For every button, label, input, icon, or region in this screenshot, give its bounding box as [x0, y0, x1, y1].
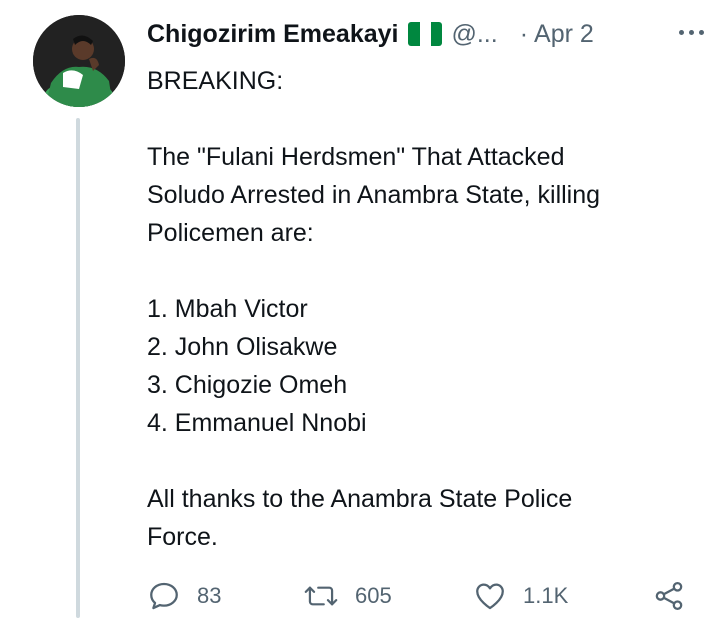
like-count: 1.1K	[523, 583, 569, 608]
like-button[interactable]: 1.1K	[473, 576, 568, 616]
more-options-icon[interactable]	[679, 30, 704, 35]
text-line: 3. Chigozie Omeh	[147, 371, 348, 399]
text-line: Soludo Arrested in Anambra State, killin…	[147, 181, 601, 209]
retweet-icon	[303, 579, 339, 613]
text-line: The "Fulani Herdsmen" That Attacked	[147, 143, 565, 171]
reply-count: 83	[197, 583, 222, 608]
avatar[interactable]	[33, 15, 125, 107]
share-button[interactable]	[652, 576, 686, 616]
author-name[interactable]: Chigozirim Emeakayi	[147, 20, 398, 49]
text-line: All thanks to the Anambra State Police	[147, 485, 573, 513]
like-icon	[473, 579, 507, 613]
text-line: Policemen are:	[147, 219, 314, 247]
retweet-count: 605	[355, 583, 392, 608]
retweet-button[interactable]: 605	[303, 576, 392, 616]
text-line: BREAKING:	[147, 67, 284, 95]
tweet-text: BREAKING: The "Fulani Herdsmen" That Att…	[147, 62, 692, 556]
reply-icon	[147, 579, 181, 613]
avatar-image	[33, 15, 125, 107]
nigeria-flag-icon	[408, 22, 443, 46]
thread-connector-line	[76, 118, 80, 618]
share-icon	[652, 579, 686, 613]
reply-button[interactable]: 83	[147, 576, 221, 616]
text-line: 4. Emmanuel Nnobi	[147, 409, 367, 437]
author-handle[interactable]: @...	[451, 20, 497, 49]
tweet-date[interactable]: Apr 2	[534, 20, 594, 49]
text-line: 1. Mbah Victor	[147, 295, 308, 323]
tweet-actions-bar: 83 605 1.1K	[147, 576, 692, 616]
text-line: 2. John Olisakwe	[147, 333, 338, 361]
text-line: Force.	[147, 523, 218, 551]
separator-dot: ·	[519, 19, 529, 48]
tweet-header: Chigozirim Emeakayi @... · Apr 2	[147, 14, 700, 54]
